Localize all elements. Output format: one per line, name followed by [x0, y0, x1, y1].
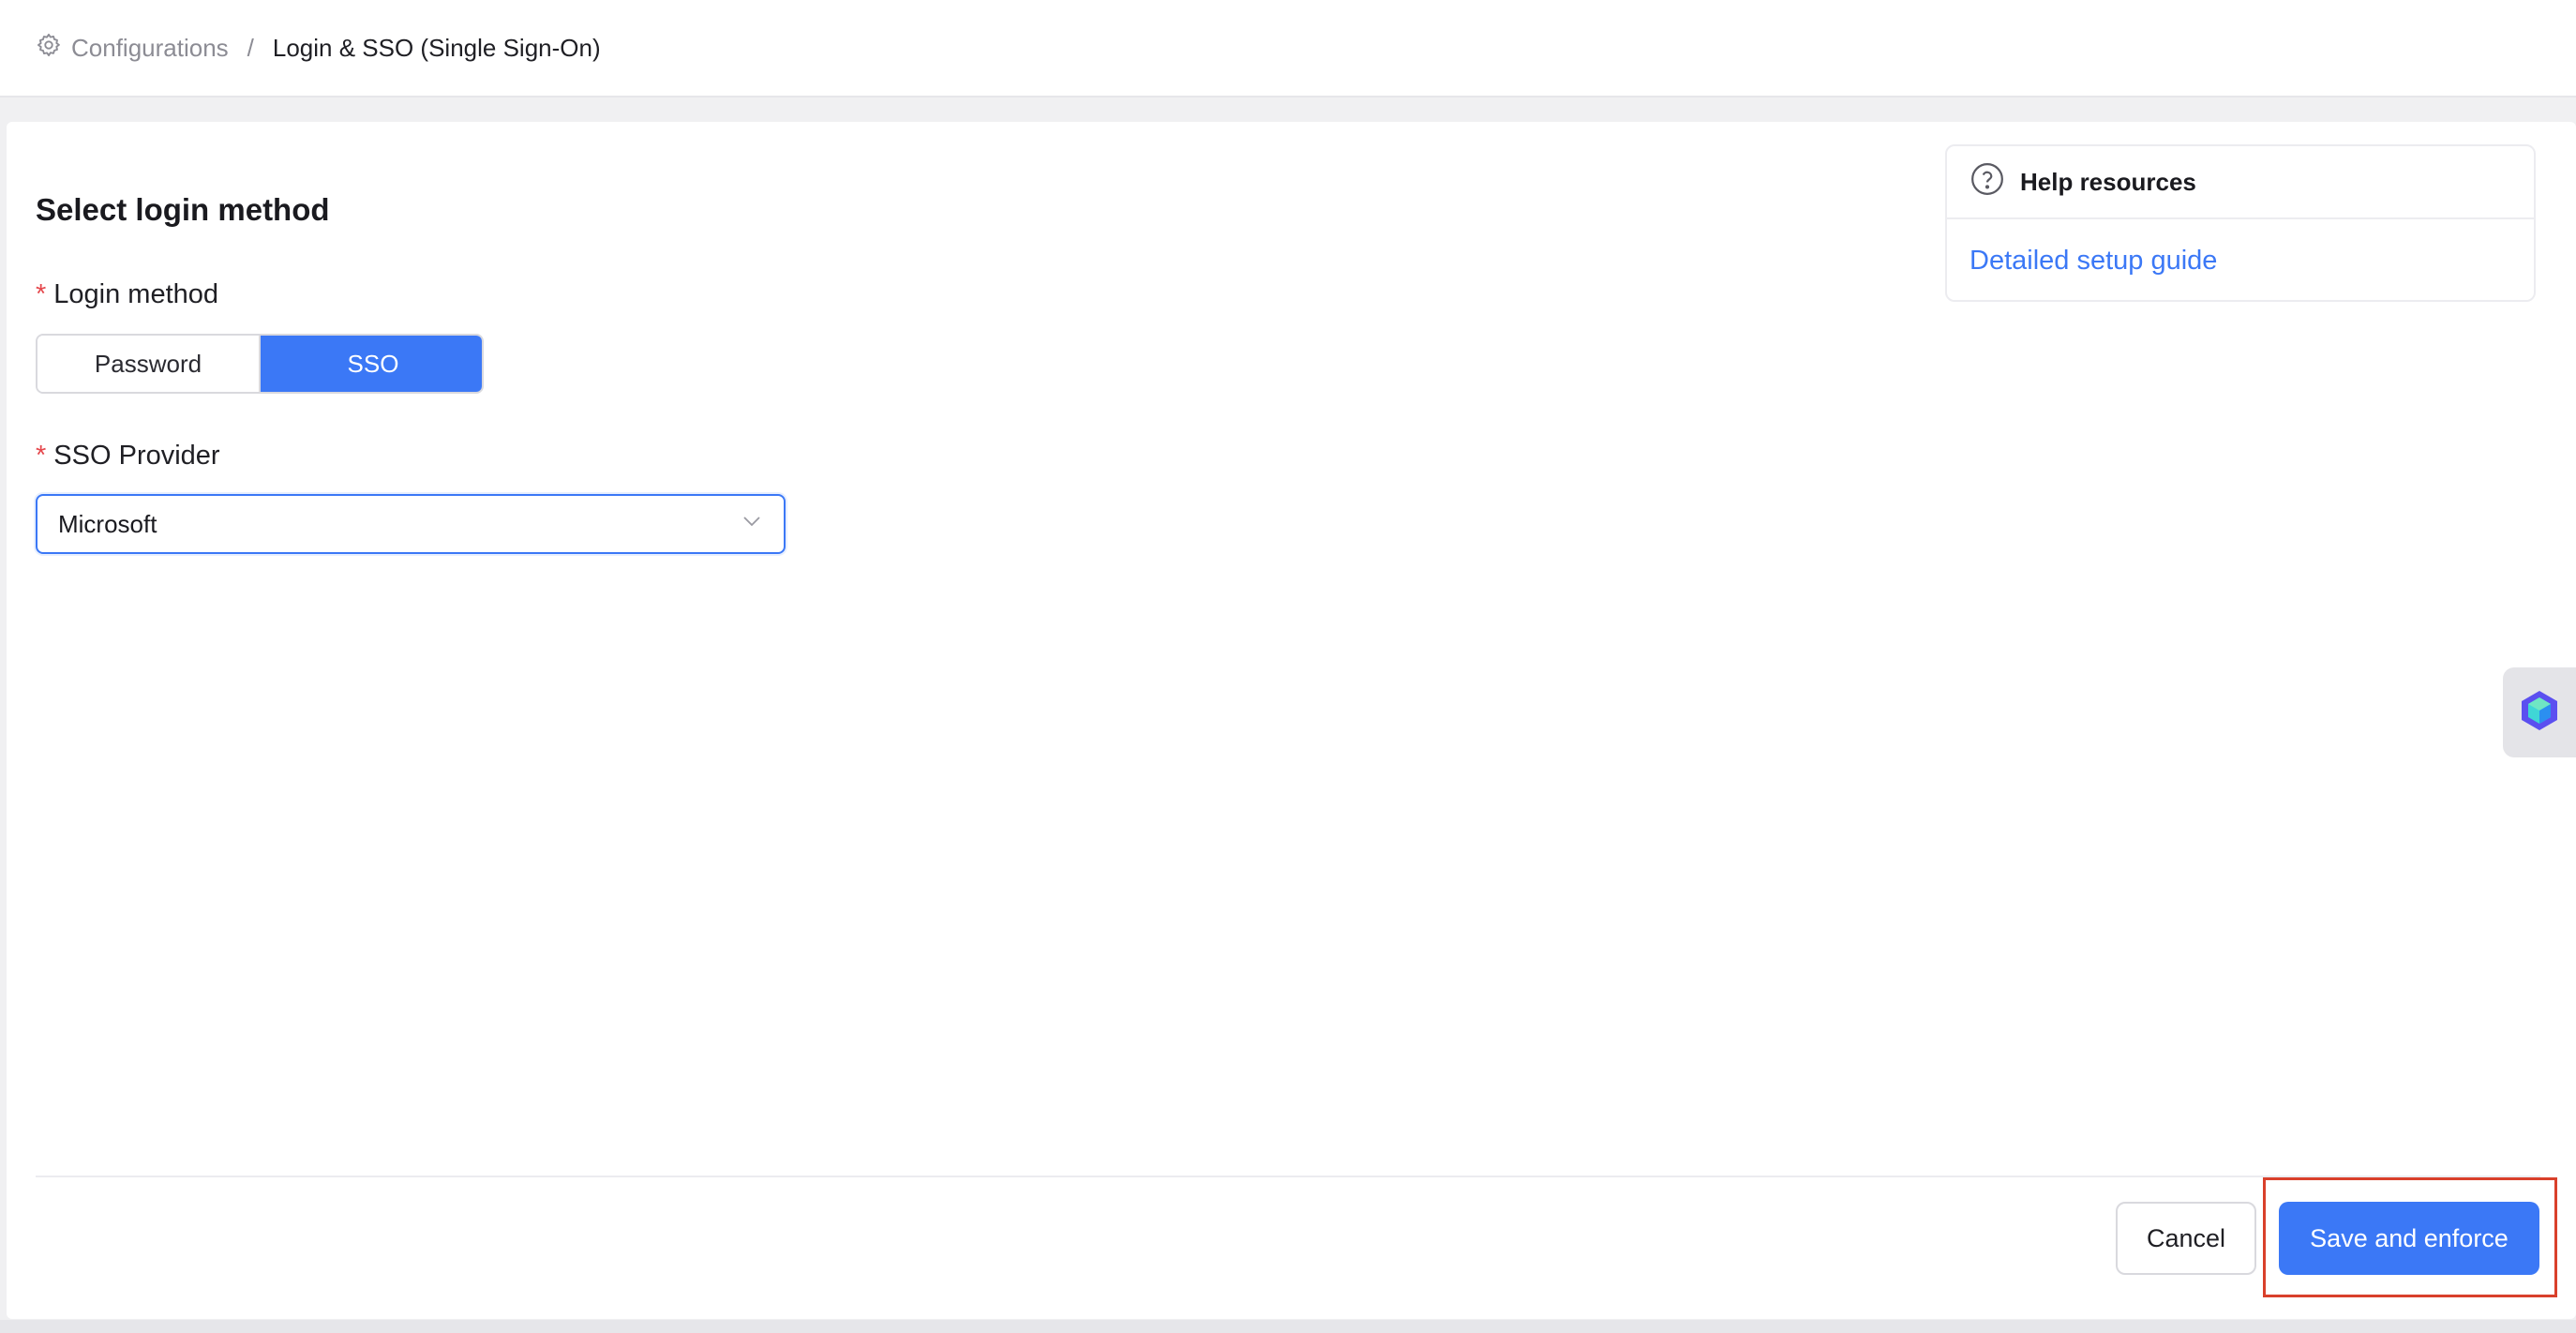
login-method-label: * Login method: [36, 279, 218, 310]
assistant-cube-icon: [2517, 688, 2562, 738]
breadcrumb-configurations[interactable]: Configurations: [36, 32, 229, 65]
breadcrumb-separator: /: [247, 33, 254, 62]
required-mark: *: [36, 441, 47, 471]
gear-icon: [36, 32, 62, 65]
sso-provider-select[interactable]: Microsoft: [36, 494, 786, 554]
main-panel: Select login method * Login method Passwo…: [7, 122, 2576, 1319]
breadcrumb-current: Login & SSO (Single Sign-On): [272, 33, 601, 62]
sso-provider-label-text: SSO Provider: [53, 441, 220, 471]
top-bar: Configurations / Login & SSO (Single Sig…: [0, 0, 2576, 97]
bottom-strip: [0, 1320, 2576, 1333]
detailed-setup-guide-link[interactable]: Detailed setup guide: [1969, 246, 2534, 277]
chevron-down-icon: [741, 510, 763, 539]
required-mark: *: [36, 279, 47, 309]
login-method-toggle: Password SSO: [36, 334, 484, 394]
sso-provider-label: * SSO Provider: [36, 441, 220, 472]
footer-divider: [36, 1176, 2540, 1177]
help-resources-header: Help resources: [1947, 146, 2534, 219]
cancel-button[interactable]: Cancel: [2116, 1202, 2256, 1275]
question-circle-icon: [1969, 161, 2005, 203]
help-resources-card: Help resources Detailed setup guide: [1945, 144, 2536, 302]
assistant-widget[interactable]: [2503, 667, 2576, 757]
section-title: Select login method: [36, 192, 330, 227]
sso-provider-value: Microsoft: [58, 509, 157, 538]
login-method-option-password[interactable]: Password: [37, 336, 261, 392]
login-method-label-text: Login method: [53, 279, 219, 309]
login-method-option-sso[interactable]: SSO: [261, 336, 482, 392]
breadcrumb-root-label: Configurations: [71, 33, 229, 62]
save-and-enforce-button[interactable]: Save and enforce: [2279, 1202, 2539, 1275]
help-resources-title: Help resources: [2020, 167, 2196, 196]
